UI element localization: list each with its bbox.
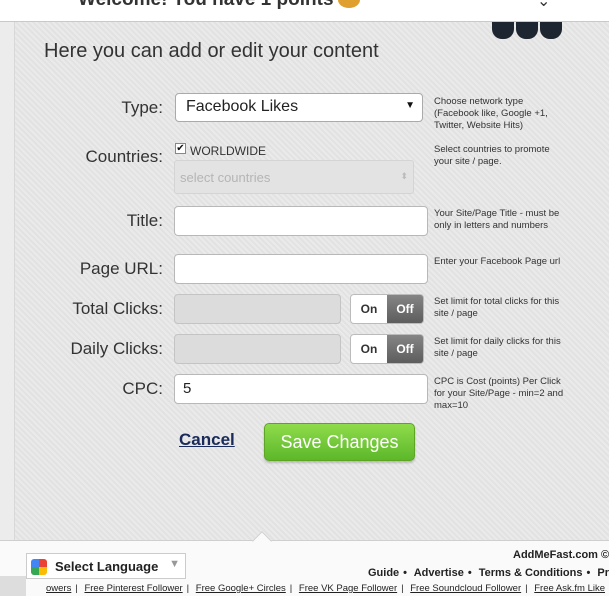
cpc-input[interactable]: 5 (174, 374, 428, 404)
language-label: Select Language (55, 559, 159, 574)
title-help: Your Site/Page Title - must be only in l… (434, 208, 560, 231)
language-selector[interactable]: Select Language ▼ (26, 553, 186, 579)
dropdown-arrow-icon: ▼ (169, 558, 180, 570)
toggle-on-option[interactable]: On (351, 295, 387, 323)
daily-clicks-label: Daily Clicks: (70, 339, 163, 358)
total-clicks-help: Set limit for total clicks for this site… (434, 296, 560, 319)
type-label: Type: (121, 98, 163, 117)
total-clicks-toggle[interactable]: On Off (350, 294, 424, 324)
footer-link[interactable]: owers (46, 583, 71, 594)
page-url-label: Page URL: (79, 259, 163, 278)
footer-link[interactable]: Free VK Page Follower (299, 583, 397, 594)
footer-link[interactable]: Free Google+ Circles (196, 583, 286, 594)
mascot-logo (492, 22, 566, 40)
page-url-help: Enter your Facebook Page url (434, 256, 561, 267)
page-heading: Here you can add or edit your content (44, 40, 379, 62)
footer-link[interactable]: Free Ask.fm Like (534, 583, 605, 594)
google-translate-icon (31, 559, 47, 575)
footer-links: owers | Free Pinterest Follower | Free Goo… (46, 583, 605, 594)
footer-nav-advertise[interactable]: Advertise (414, 567, 464, 579)
footer-nav-guide[interactable]: Guide (368, 567, 399, 579)
welcome-text: Welcome! You have 1 points (78, 0, 334, 10)
footer-nav-terms[interactable]: Terms & Conditions (479, 567, 583, 579)
top-bar: Welcome! You have 1 points ⌄ (0, 0, 609, 22)
cancel-link[interactable]: Cancel (179, 430, 235, 450)
coin-icon (337, 0, 360, 8)
total-clicks-label: Total Clicks: (72, 299, 163, 318)
welcome-message: Welcome! You have 1 points (78, 0, 360, 11)
countries-label: Countries: (85, 147, 163, 166)
page-url-input[interactable] (174, 254, 428, 284)
countries-placeholder: select countries (180, 170, 271, 185)
save-changes-button[interactable]: Save Changes (264, 423, 415, 461)
type-selected-value: Facebook Likes (186, 98, 299, 115)
daily-clicks-help: Set limit for daily clicks for this site… (434, 336, 561, 359)
dropdown-arrow-icon: ▼ (405, 100, 415, 111)
toggle-on-option[interactable]: On (351, 335, 387, 363)
footer-corner (0, 576, 26, 596)
updown-arrow-icon: ⬍ (400, 171, 408, 181)
copyright: AddMeFast.com © (513, 549, 609, 561)
daily-clicks-toggle[interactable]: On Off (350, 334, 424, 364)
worldwide-checkbox[interactable]: ✔ (175, 143, 186, 154)
countries-help: Select countries to promote your site / … (434, 144, 550, 167)
cpc-help: CPC is Cost (points) Per Click for your … (434, 376, 564, 411)
countries-select[interactable]: select countries ⬍ (174, 160, 414, 194)
worldwide-label: WORLDWIDE (190, 144, 266, 158)
cpc-label: CPC: (122, 379, 163, 398)
title-input[interactable] (174, 206, 428, 236)
total-clicks-input (174, 294, 341, 324)
daily-clicks-input (174, 334, 341, 364)
footer-link[interactable]: Free Pinterest Follower (84, 583, 182, 594)
footer-link[interactable]: Free Soundcloud Follower (410, 583, 521, 594)
toggle-off-option[interactable]: Off (387, 335, 423, 363)
type-help: Choose network type (Facebook like, Goog… (434, 96, 548, 131)
footer-nav-privacy[interactable]: Pr (597, 567, 609, 579)
chevron-down-icon[interactable]: ⌄ (537, 0, 550, 11)
footer-nav: Guide • Advertise • Terms & Conditions • Pr (368, 567, 609, 579)
toggle-off-option[interactable]: Off (387, 295, 423, 323)
type-select[interactable]: Facebook Likes ▼ (175, 93, 423, 122)
title-label: Title: (126, 211, 163, 230)
